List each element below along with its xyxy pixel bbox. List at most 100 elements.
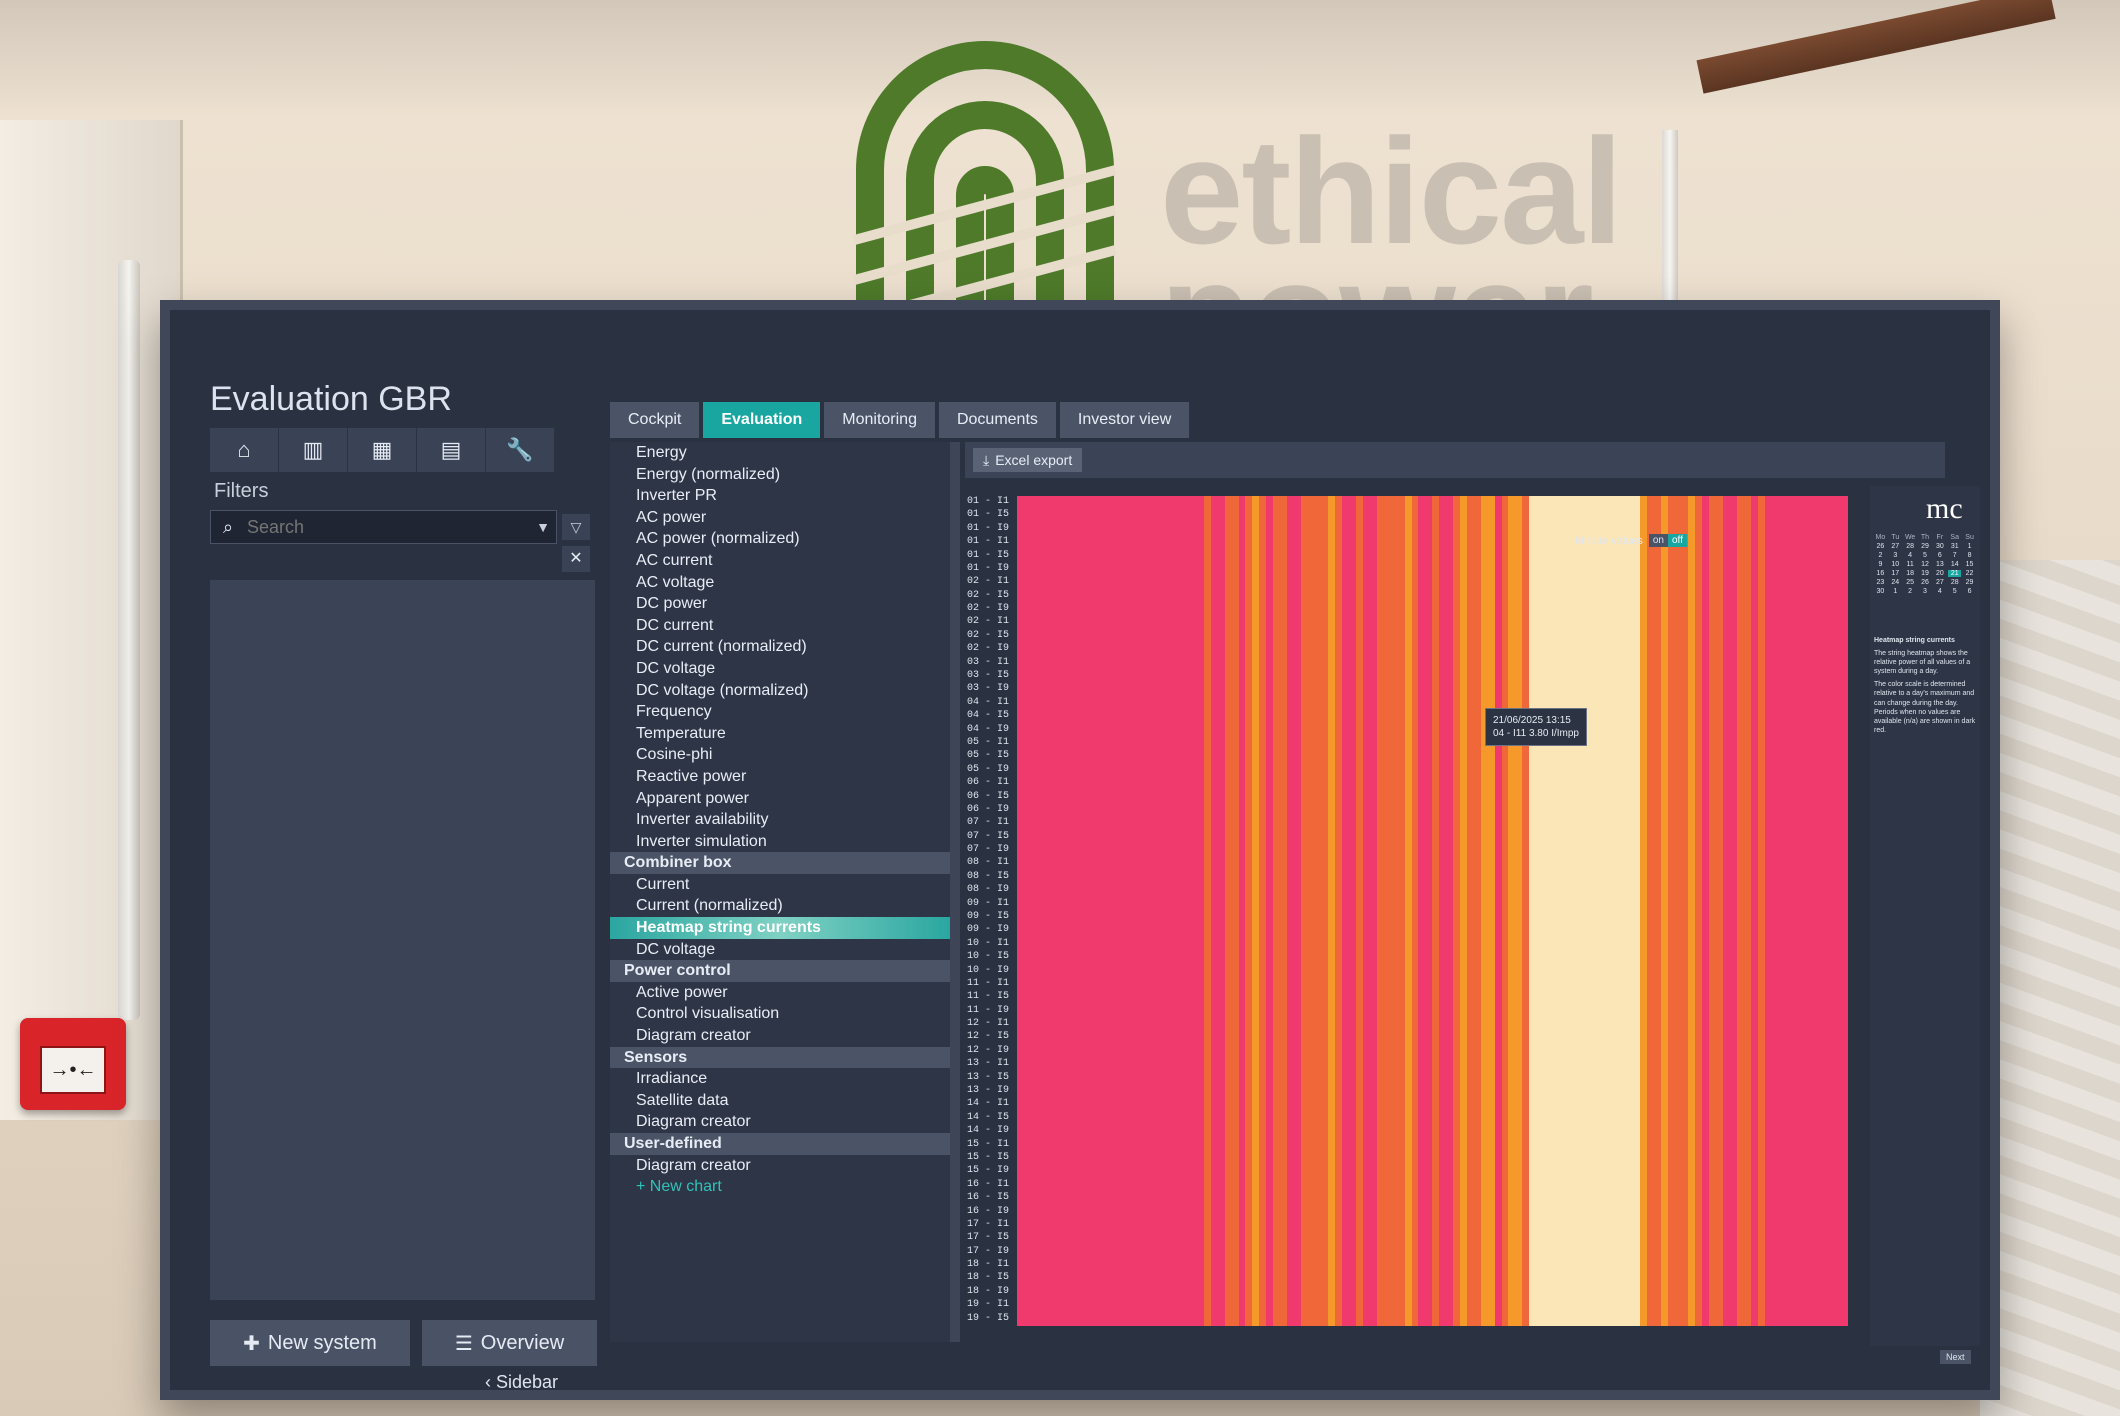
calendar-day[interactable]: 29 bbox=[1919, 543, 1932, 550]
calendar-day[interactable]: 2 bbox=[1874, 552, 1887, 559]
calendar-day[interactable]: 14 bbox=[1948, 561, 1961, 568]
menu-item[interactable]: AC power (normalized) bbox=[610, 528, 950, 550]
tab-investor-view[interactable]: Investor view bbox=[1059, 402, 1190, 438]
close-icon[interactable]: ✕ bbox=[562, 546, 590, 572]
filter-icon[interactable]: ▽ bbox=[562, 514, 590, 540]
tab-monitoring[interactable]: Monitoring bbox=[824, 402, 935, 438]
calendar-day[interactable]: 30 bbox=[1874, 588, 1887, 595]
calendar-day[interactable]: 27 bbox=[1889, 543, 1902, 550]
menu-item[interactable]: Temperature bbox=[610, 723, 950, 745]
menu-item[interactable]: Current bbox=[610, 874, 950, 896]
calendar-day[interactable]: 4 bbox=[1904, 552, 1917, 559]
menu-item[interactable]: Active power bbox=[610, 982, 950, 1004]
calendar-day[interactable]: 2 bbox=[1904, 588, 1917, 595]
menu-item[interactable]: Frequency bbox=[610, 701, 950, 723]
next-button[interactable]: Next bbox=[1940, 1350, 1971, 1364]
menu-item[interactable]: DC voltage (normalized) bbox=[610, 680, 950, 702]
calendar-day[interactable]: 17 bbox=[1889, 570, 1902, 577]
calendar-day[interactable]: 22 bbox=[1963, 570, 1976, 577]
search-input[interactable] bbox=[245, 515, 530, 539]
overview-button[interactable]: ☰ Overview bbox=[422, 1320, 597, 1366]
calendar-day[interactable]: 7 bbox=[1948, 552, 1961, 559]
menu-item[interactable]: Satellite data bbox=[610, 1090, 950, 1112]
calendar-day[interactable]: 13 bbox=[1933, 561, 1946, 568]
calendar-day[interactable]: 25 bbox=[1904, 579, 1917, 586]
calendar-day[interactable]: 27 bbox=[1933, 579, 1946, 586]
calendar-day[interactable]: 9 bbox=[1874, 561, 1887, 568]
menu-item[interactable]: Apparent power bbox=[610, 788, 950, 810]
calendar-day[interactable]: 8 bbox=[1963, 552, 1976, 559]
menu-item[interactable]: Energy (normalized) bbox=[610, 464, 950, 486]
new-chart-link[interactable]: + New chart bbox=[610, 1176, 950, 1198]
sidebar-toggle[interactable]: ‹ Sidebar bbox=[485, 1372, 558, 1390]
menu-item[interactable]: Current (normalized) bbox=[610, 895, 950, 917]
chevron-down-icon[interactable]: ▼ bbox=[530, 519, 556, 535]
excel-export-button[interactable]: ⤓ Excel export bbox=[973, 448, 1083, 472]
calendar-day[interactable]: 5 bbox=[1948, 588, 1961, 595]
menu-item[interactable]: AC voltage bbox=[610, 572, 950, 594]
calendar-day[interactable]: 21 bbox=[1948, 570, 1962, 577]
calendar-day[interactable]: 11 bbox=[1904, 561, 1917, 568]
toggle-off[interactable]: off bbox=[1668, 534, 1687, 547]
chart-icon[interactable]: ▥ bbox=[279, 428, 348, 472]
calendar-day[interactable]: 12 bbox=[1919, 561, 1932, 568]
calendar-day[interactable]: 1 bbox=[1963, 543, 1976, 550]
calendar-day[interactable]: 28 bbox=[1948, 579, 1961, 586]
menu-item[interactable]: AC power bbox=[610, 507, 950, 529]
menu-item[interactable]: AC current bbox=[610, 550, 950, 572]
calendar-day[interactable]: 3 bbox=[1889, 552, 1902, 559]
menu-item[interactable]: Diagram creator bbox=[610, 1111, 950, 1133]
calendar-day[interactable]: 16 bbox=[1874, 570, 1887, 577]
calendar-day[interactable]: 5 bbox=[1919, 552, 1932, 559]
menu-item[interactable]: DC current (normalized) bbox=[610, 636, 950, 658]
menu-item[interactable]: DC voltage bbox=[610, 939, 950, 961]
calendar-day[interactable]: 23 bbox=[1874, 579, 1887, 586]
menu-item[interactable]: Inverter simulation bbox=[610, 831, 950, 853]
heatmap-grid[interactable] bbox=[1017, 496, 1848, 1326]
calendar-day[interactable]: 29 bbox=[1963, 579, 1976, 586]
menu-item[interactable]: DC power bbox=[610, 593, 950, 615]
tab-cockpit[interactable]: Cockpit bbox=[610, 402, 700, 438]
calendar-day[interactable]: 20 bbox=[1933, 570, 1946, 577]
document-icon[interactable]: ▤ bbox=[417, 428, 486, 472]
minute-values-toggle[interactable]: on off bbox=[1648, 534, 1687, 547]
new-system-button[interactable]: ✚ New system bbox=[210, 1320, 410, 1366]
menu-item[interactable]: Diagram creator bbox=[610, 1155, 950, 1177]
menu-item[interactable]: Inverter availability bbox=[610, 809, 950, 831]
calendar-day[interactable]: 10 bbox=[1889, 561, 1902, 568]
calendar-day[interactable]: 30 bbox=[1933, 543, 1946, 550]
menu-item[interactable]: Inverter PR bbox=[610, 485, 950, 507]
calendar-day[interactable]: 31 bbox=[1948, 543, 1961, 550]
calendar-day[interactable]: 1 bbox=[1889, 588, 1902, 595]
calendar-day[interactable]: 26 bbox=[1919, 579, 1932, 586]
home-icon[interactable]: ⌂ bbox=[210, 428, 279, 472]
calendar-day[interactable]: 3 bbox=[1919, 588, 1932, 595]
menu-item[interactable]: Energy bbox=[610, 442, 950, 464]
menu-item[interactable]: DC voltage bbox=[610, 658, 950, 680]
tab-evaluation[interactable]: Evaluation bbox=[703, 402, 821, 438]
heatmap-row-label: 01 - I1 bbox=[966, 496, 1009, 507]
calendar-day[interactable]: 4 bbox=[1933, 588, 1946, 595]
menu-item[interactable]: Heatmap string currents bbox=[610, 917, 950, 939]
calendar-day[interactable]: 26 bbox=[1874, 543, 1887, 550]
menu-item[interactable]: Cosine-phi bbox=[610, 744, 950, 766]
menu-item[interactable]: Diagram creator bbox=[610, 1025, 950, 1047]
calendar-day[interactable]: 18 bbox=[1904, 570, 1917, 577]
menu-item-label: Sensors bbox=[624, 1048, 688, 1066]
menu-item[interactable]: DC current bbox=[610, 615, 950, 637]
calendar-day[interactable]: 28 bbox=[1904, 543, 1917, 550]
calendar-day[interactable]: 24 bbox=[1889, 579, 1902, 586]
heatmap-column bbox=[1079, 496, 1087, 1326]
wrench-icon[interactable]: 🔧 bbox=[486, 428, 555, 472]
heatmap-column bbox=[1764, 496, 1772, 1326]
tab-documents[interactable]: Documents bbox=[938, 402, 1056, 438]
menu-item[interactable]: Control visualisation bbox=[610, 1003, 950, 1025]
calendar-day[interactable]: 19 bbox=[1919, 570, 1932, 577]
calendar-day[interactable]: 6 bbox=[1933, 552, 1946, 559]
calendar-day[interactable]: 15 bbox=[1963, 561, 1976, 568]
menu-item[interactable]: Reactive power bbox=[610, 766, 950, 788]
calendar-day[interactable]: 6 bbox=[1963, 588, 1976, 595]
calendar-icon[interactable]: ▦ bbox=[348, 428, 417, 472]
menu-item[interactable]: Irradiance bbox=[610, 1068, 950, 1090]
toggle-on[interactable]: on bbox=[1648, 534, 1668, 547]
